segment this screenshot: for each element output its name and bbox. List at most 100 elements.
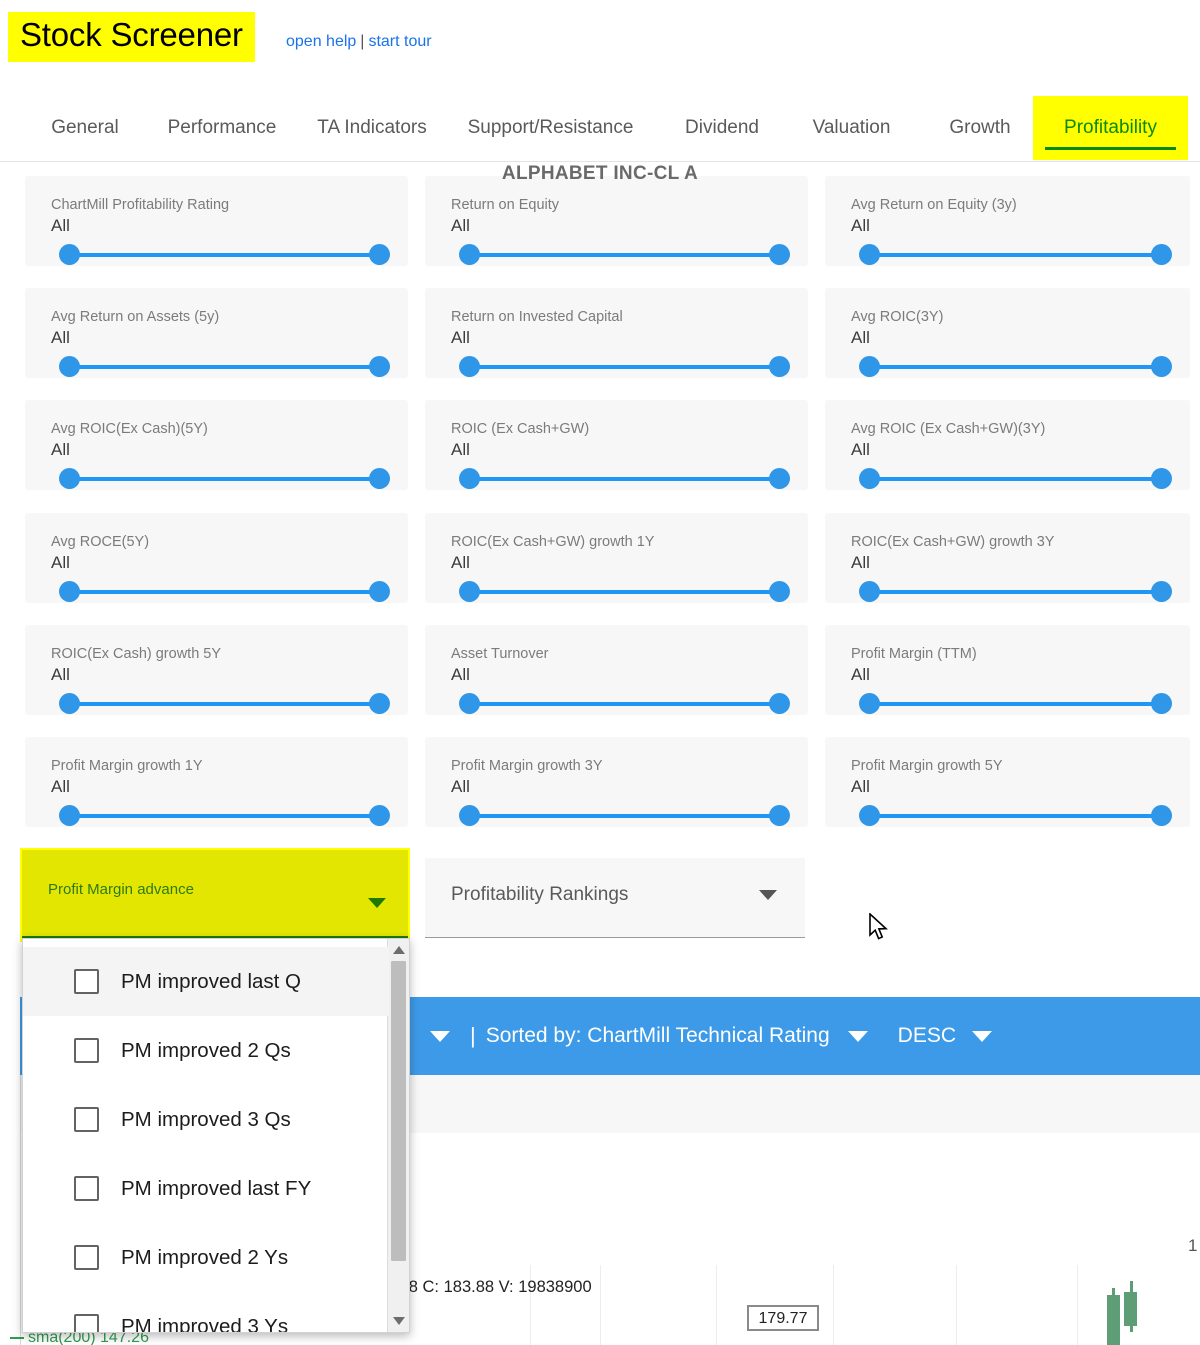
chart-price-marker: 179.77 [747, 1305, 819, 1331]
start-tour-link[interactable]: start tour [368, 33, 431, 50]
profit-margin-advance-select[interactable]: Profit Margin advance [22, 850, 408, 940]
slider-track [873, 253, 1158, 257]
slider-thumb-min[interactable] [859, 244, 880, 265]
slider-thumb-max[interactable] [769, 581, 790, 602]
slider-thumb-min[interactable] [859, 693, 880, 714]
option-checkbox[interactable] [74, 1107, 99, 1132]
slider-thumb-max[interactable] [769, 244, 790, 265]
range-slider[interactable] [867, 581, 1164, 603]
tab-ta-indicators[interactable]: TA Indicators [302, 96, 442, 160]
filter-label: ROIC(Ex Cash+GW) growth 1Y [451, 534, 654, 550]
slider-thumb-min[interactable] [459, 693, 480, 714]
option-checkbox[interactable] [74, 1176, 99, 1201]
tab-valuation[interactable]: Valuation [794, 96, 909, 160]
slider-thumb-min[interactable] [59, 468, 80, 489]
option-checkbox[interactable] [74, 1245, 99, 1270]
scroll-up-arrow-icon[interactable] [393, 946, 405, 954]
tab-label: Performance [168, 117, 277, 139]
tab-profitability[interactable]: Profitability [1033, 96, 1188, 160]
range-slider[interactable] [867, 805, 1164, 827]
slider-thumb-max[interactable] [769, 805, 790, 826]
slider-thumb-max[interactable] [369, 468, 390, 489]
slider-thumb-max[interactable] [369, 244, 390, 265]
slider-thumb-min[interactable] [59, 805, 80, 826]
filter-card: ROIC (Ex Cash+GW)All [425, 400, 808, 490]
slider-thumb-min[interactable] [459, 468, 480, 489]
tab-label: Growth [949, 117, 1010, 139]
open-help-link[interactable]: open help [286, 33, 356, 50]
tab-support-resistance[interactable]: Support/Resistance [448, 96, 653, 160]
slider-thumb-min[interactable] [59, 581, 80, 602]
range-slider[interactable] [467, 356, 782, 378]
filter-card: Avg ROIC(Ex Cash)(5Y)All [25, 400, 408, 490]
range-slider[interactable] [67, 693, 382, 715]
slider-thumb-min[interactable] [859, 581, 880, 602]
slider-thumb-max[interactable] [1151, 244, 1172, 265]
range-slider[interactable] [67, 581, 382, 603]
range-slider[interactable] [467, 581, 782, 603]
slider-thumb-min[interactable] [59, 356, 80, 377]
sortbar-separator: | [470, 1023, 476, 1049]
tab-label: TA Indicators [317, 117, 426, 139]
dropdown-option[interactable]: PM improved 2 Ys [23, 1223, 389, 1292]
scrollbar-thumb[interactable] [391, 961, 406, 1261]
tab-performance[interactable]: Performance [152, 96, 292, 160]
dropdown-option[interactable]: PM improved 3 Qs [23, 1085, 389, 1154]
slider-thumb-max[interactable] [1151, 805, 1172, 826]
results-chevron-down-icon[interactable] [430, 1031, 450, 1042]
range-slider[interactable] [67, 356, 382, 378]
range-slider[interactable] [467, 805, 782, 827]
sort-direction-chevron-down-icon[interactable] [972, 1031, 992, 1042]
profit-margin-advance-label: Profit Margin advance [48, 881, 194, 898]
option-checkbox[interactable] [74, 969, 99, 994]
slider-thumb-max[interactable] [369, 693, 390, 714]
tab-dividend[interactable]: Dividend [668, 96, 776, 160]
range-slider[interactable] [867, 468, 1164, 490]
range-slider[interactable] [867, 356, 1164, 378]
slider-thumb-max[interactable] [1151, 468, 1172, 489]
slider-thumb-min[interactable] [459, 581, 480, 602]
sort-field-chevron-down-icon[interactable] [848, 1031, 868, 1042]
slider-thumb-min[interactable] [859, 356, 880, 377]
slider-thumb-max[interactable] [1151, 356, 1172, 377]
filter-value: All [451, 665, 470, 685]
slider-thumb-max[interactable] [1151, 581, 1172, 602]
range-slider[interactable] [467, 693, 782, 715]
slider-thumb-max[interactable] [769, 468, 790, 489]
slider-track [73, 477, 376, 481]
range-slider[interactable] [467, 244, 782, 266]
dropdown-option[interactable]: PM improved last Q [23, 947, 389, 1016]
range-slider[interactable] [67, 468, 382, 490]
range-slider[interactable] [867, 244, 1164, 266]
option-checkbox[interactable] [74, 1038, 99, 1063]
profit-margin-advance-menu[interactable]: PM improved last QPM improved 2 QsPM imp… [22, 938, 410, 1333]
scroll-down-arrow-icon[interactable] [393, 1317, 405, 1325]
tab-label: Profitability [1064, 117, 1157, 139]
slider-thumb-min[interactable] [59, 244, 80, 265]
slider-thumb-min[interactable] [459, 356, 480, 377]
tab-growth[interactable]: Growth [934, 96, 1026, 160]
dropdown-option[interactable]: PM improved last FY [23, 1154, 389, 1223]
slider-thumb-max[interactable] [769, 356, 790, 377]
range-slider[interactable] [67, 805, 382, 827]
slider-thumb-max[interactable] [369, 805, 390, 826]
dropdown-option[interactable]: PM improved 3 Ys [23, 1292, 389, 1333]
slider-thumb-max[interactable] [369, 581, 390, 602]
range-slider[interactable] [867, 693, 1164, 715]
slider-thumb-min[interactable] [859, 805, 880, 826]
range-slider[interactable] [467, 468, 782, 490]
slider-thumb-min[interactable] [459, 244, 480, 265]
dropdown-option[interactable]: PM improved 2 Qs [23, 1016, 389, 1085]
slider-thumb-min[interactable] [859, 468, 880, 489]
range-slider[interactable] [67, 244, 382, 266]
slider-thumb-max[interactable] [769, 693, 790, 714]
option-checkbox[interactable] [74, 1314, 99, 1333]
slider-thumb-max[interactable] [1151, 693, 1172, 714]
tab-general[interactable]: General [40, 96, 130, 160]
dropdown-scrollbar[interactable] [387, 939, 409, 1332]
slider-thumb-max[interactable] [369, 356, 390, 377]
slider-thumb-min[interactable] [59, 693, 80, 714]
slider-thumb-min[interactable] [459, 805, 480, 826]
profitability-rankings-select[interactable]: Profitability Rankings [425, 858, 805, 938]
page-title: Stock Screener [8, 12, 255, 62]
